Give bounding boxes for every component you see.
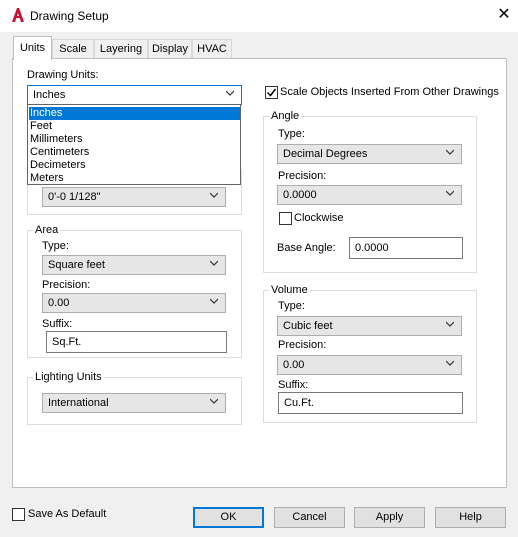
- chevron-down-icon: [210, 398, 218, 404]
- volume-precision-label: Precision:: [278, 339, 327, 351]
- clockwise-checkbox[interactable]: [279, 212, 292, 225]
- option-inches[interactable]: Inches: [29, 107, 240, 120]
- volume-suffix-label: Suffix:: [278, 379, 309, 391]
- chevron-down-icon: [210, 192, 218, 198]
- chevron-down-icon: [226, 90, 234, 96]
- scale-objects-label: Scale Objects Inserted From Other Drawin…: [280, 86, 499, 98]
- tab-layering[interactable]: Layering: [94, 39, 148, 59]
- volume-precision-select[interactable]: 0.00: [277, 355, 462, 375]
- tab-label: Display: [151, 43, 189, 55]
- volume-group-title: Volume: [269, 284, 310, 296]
- area-precision-label: Precision:: [42, 279, 91, 291]
- chevron-down-icon: [446, 190, 454, 196]
- area-type-select[interactable]: Square feet: [42, 255, 226, 275]
- option-centimeters[interactable]: Centimeters: [29, 146, 240, 159]
- volume-type-select[interactable]: Cubic feet: [277, 316, 462, 336]
- volume-type-value: Cubic feet: [283, 320, 333, 332]
- scale-objects-checkbox[interactable]: [265, 86, 278, 99]
- option-millimeters[interactable]: Millimeters: [29, 133, 240, 146]
- drawing-units-select[interactable]: Inches: [27, 85, 242, 105]
- lighting-group-title: Lighting Units: [33, 371, 104, 383]
- angle-precision-value: 0.0000: [283, 189, 317, 201]
- area-type-value: Square feet: [48, 259, 105, 271]
- chevron-down-icon: [446, 149, 454, 155]
- chevron-down-icon: [210, 260, 218, 266]
- area-suffix-label: Suffix:: [42, 318, 73, 330]
- option-meters[interactable]: Meters: [29, 172, 240, 185]
- angle-type-value: Decimal Degrees: [283, 148, 368, 160]
- area-group-title: Area: [33, 224, 61, 236]
- tab-label: HVAC: [197, 43, 227, 55]
- volume-precision-value: 0.00: [283, 359, 305, 371]
- lighting-units-value: International: [48, 397, 109, 409]
- apply-button[interactable]: Apply: [354, 507, 425, 528]
- angle-precision-select[interactable]: 0.0000: [277, 185, 462, 205]
- check-icon: [266, 88, 277, 97]
- angle-group-title: Angle: [269, 110, 302, 122]
- option-label: Decimeters: [30, 159, 86, 171]
- option-label: Millimeters: [30, 133, 83, 145]
- option-decimeters[interactable]: Decimeters: [29, 159, 240, 172]
- close-icon[interactable]: ✕: [495, 6, 513, 24]
- area-precision-value: 0.00: [48, 297, 70, 309]
- save-as-default-label: Save As Default: [28, 508, 107, 520]
- clockwise-label: Clockwise: [294, 212, 344, 224]
- help-button[interactable]: Help: [435, 507, 506, 528]
- chevron-down-icon: [210, 298, 218, 304]
- tab-label: Units: [19, 42, 46, 54]
- lighting-units-select[interactable]: International: [42, 393, 226, 413]
- area-suffix-value: Sq.Ft.: [52, 336, 82, 348]
- chevron-down-icon: [446, 321, 454, 327]
- base-angle-input[interactable]: 0.0000: [349, 237, 463, 259]
- drawing-units-label: Drawing Units:: [27, 69, 99, 81]
- option-label: Inches: [30, 107, 63, 119]
- cancel-button[interactable]: Cancel: [274, 507, 345, 528]
- angle-type-select[interactable]: Decimal Degrees: [277, 144, 462, 164]
- length-precision-select[interactable]: 0'-0 1/128": [42, 187, 226, 207]
- volume-type-label: Type:: [278, 300, 305, 312]
- angle-type-label: Type:: [278, 128, 305, 140]
- base-angle-label: Base Angle:: [277, 242, 336, 254]
- angle-precision-label: Precision:: [278, 170, 327, 182]
- tab-hvac[interactable]: HVAC: [192, 39, 232, 59]
- autocad-a-icon: [12, 8, 24, 22]
- option-feet[interactable]: Feet: [29, 120, 240, 133]
- tab-label: Scale: [59, 43, 87, 55]
- area-suffix-input[interactable]: Sq.Ft.: [46, 331, 227, 353]
- length-precision-value: 0'-0 1/128": [48, 191, 101, 203]
- ok-button[interactable]: OK: [193, 507, 264, 528]
- tab-label: Layering: [99, 43, 143, 55]
- base-angle-value: 0.0000: [355, 242, 389, 254]
- chevron-down-icon: [446, 360, 454, 366]
- tab-scale[interactable]: Scale: [52, 39, 94, 59]
- volume-suffix-input[interactable]: Cu.Ft.: [278, 392, 463, 414]
- volume-suffix-value: Cu.Ft.: [284, 397, 314, 409]
- drawing-units-dropdown-list: Inches Feet Millimeters Centimeters Deci…: [27, 104, 241, 185]
- area-type-label: Type:: [42, 240, 69, 252]
- tab-display[interactable]: Display: [148, 39, 192, 59]
- option-label: Feet: [30, 120, 53, 132]
- option-label: Centimeters: [30, 146, 90, 158]
- save-as-default-checkbox[interactable]: [12, 508, 25, 521]
- drawing-units-value: Inches: [33, 89, 66, 101]
- option-label: Meters: [30, 172, 64, 184]
- area-precision-select[interactable]: 0.00: [42, 293, 226, 313]
- title-bar: Drawing Setup ✕: [0, 0, 518, 32]
- tab-units[interactable]: Units: [13, 36, 52, 60]
- window-title: Drawing Setup: [30, 9, 109, 23]
